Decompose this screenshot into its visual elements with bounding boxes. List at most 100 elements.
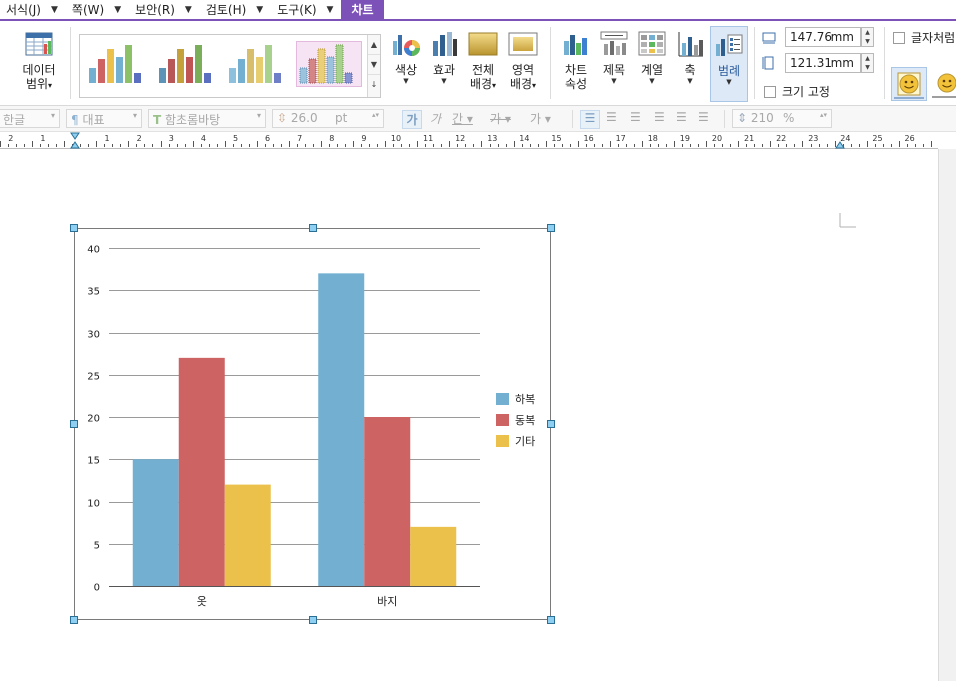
tab-chart[interactable]: 차트 — [341, 0, 384, 19]
chart-style-gallery: ▲ ▼ ↓ — [79, 34, 381, 98]
effect-label: 효과 — [432, 63, 456, 77]
strikethrough-button[interactable]: 가 ▾ — [490, 110, 511, 128]
align-left-button[interactable]: ☰ — [606, 110, 617, 128]
data-range-label-2: 범위 — [25, 77, 49, 91]
chart-object[interactable]: 0 5 10 15 20 25 30 35 40 옷 바지 하복동복기타 — [74, 228, 551, 620]
legend-button[interactable]: 범례 ▼ — [710, 26, 748, 102]
color-dropdown-icon[interactable]: ▼ — [388, 77, 424, 85]
effect-dropdown-icon[interactable]: ▼ — [426, 77, 462, 85]
menu-security[interactable]: 보안(R) — [129, 0, 181, 19]
resize-handle-top[interactable] — [309, 224, 317, 232]
ruler-label: 18 — [648, 134, 658, 143]
wrap-square-button[interactable] — [930, 67, 956, 101]
width-spinner[interactable]: ▲ ▼ — [861, 27, 874, 47]
resize-handle-bottom-left[interactable] — [70, 616, 78, 624]
color-button[interactable]: 색상 ▼ — [388, 29, 424, 85]
chart-style-3[interactable] — [226, 41, 292, 87]
chart-properties-icon — [564, 35, 587, 55]
legend-icon — [716, 34, 743, 56]
menu-format[interactable]: 서식(J) — [0, 0, 47, 19]
menu-page-dropdown-icon[interactable]: ▼ — [110, 0, 129, 19]
gallery-scroll[interactable]: ▲ ▼ ↓ — [367, 35, 380, 97]
wrap-inline-button[interactable] — [891, 67, 927, 101]
legend-item[interactable]: 기타 — [496, 433, 535, 449]
treat-as-char-checkbox[interactable]: 글자처럼 — [893, 29, 955, 46]
menu-security-dropdown-icon[interactable]: ▼ — [181, 0, 200, 19]
effect-button[interactable]: 효과 ▼ — [426, 29, 462, 85]
axis-button[interactable]: 축 ▼ — [673, 29, 707, 85]
line-spacing-input[interactable]: ⇕ 210 % ▴▾ — [732, 109, 832, 128]
ruler-label: 7 — [297, 134, 302, 143]
y-tick-label: 10 — [87, 499, 100, 510]
fixed-size-checkbox-box[interactable] — [764, 86, 776, 98]
bar-chart-style-icon — [159, 45, 211, 83]
width-input[interactable]: 147.76 mm ▲ ▼ — [785, 27, 874, 47]
align-divide-button[interactable]: ☰ — [698, 110, 709, 128]
fixed-size-checkbox[interactable]: 크기 고정 — [764, 83, 830, 100]
color-palette-icon — [393, 35, 420, 56]
align-center-button[interactable]: ☰ — [630, 110, 641, 128]
font-select[interactable]: T 함초롬바탕 ▾ — [148, 109, 266, 128]
italic-button[interactable]: 가 — [430, 110, 441, 128]
bold-button[interactable]: 가 — [402, 110, 422, 129]
treat-as-char-label: 글자처럼 — [911, 31, 956, 45]
font-size-input[interactable]: ⇳ 26.0 pt ▴▾ — [272, 109, 384, 128]
ruler-label: 6 — [265, 134, 270, 143]
bar-chart: 0 5 10 15 20 25 30 35 40 옷 바지 — [87, 245, 480, 608]
resize-handle-left[interactable] — [70, 420, 78, 428]
chart-style-4[interactable] — [296, 41, 362, 87]
ruler-label: 2 — [8, 134, 13, 143]
align-justify-button[interactable]: ☰ — [580, 110, 600, 129]
height-spinner[interactable]: ▲ ▼ — [861, 53, 874, 73]
menu-review[interactable]: 검토(H) — [200, 0, 252, 19]
legend-label: 하복 — [515, 393, 536, 406]
chart-title-dropdown-icon[interactable]: ▼ — [597, 77, 631, 85]
ruler-label: 1 — [105, 134, 110, 143]
legend-item[interactable]: 하복 — [496, 391, 535, 407]
series-dropdown-icon[interactable]: ▼ — [634, 77, 670, 85]
gallery-scroll-up-icon[interactable]: ▲ — [368, 35, 380, 55]
underline-button[interactable]: 간 ▾ — [452, 110, 473, 128]
resize-handle-top-right[interactable] — [547, 224, 555, 232]
chart-properties-label-2: 속성 — [564, 77, 588, 91]
menu-review-dropdown-icon[interactable]: ▼ — [252, 0, 271, 19]
treat-as-char-checkbox-box[interactable] — [893, 32, 905, 44]
gallery-scroll-down-icon[interactable]: ▼ — [368, 55, 380, 75]
chart-style-1[interactable] — [86, 41, 152, 87]
resize-handle-bottom-right[interactable] — [547, 616, 555, 624]
area-background-button[interactable]: 영역 배경▾ — [504, 29, 542, 93]
vertical-scrollbar[interactable] — [938, 149, 956, 681]
axis-dropdown-icon[interactable]: ▼ — [673, 77, 707, 85]
language-select[interactable]: 한글 ▾ — [0, 109, 60, 128]
align-right-button[interactable]: ☰ — [654, 110, 665, 128]
legend-dropdown-icon[interactable]: ▼ — [711, 78, 747, 86]
gallery-expand-icon[interactable]: ↓ — [368, 75, 380, 95]
chart-title-button[interactable]: 제목 ▼ — [597, 29, 631, 85]
menu-tools-dropdown-icon[interactable]: ▼ — [323, 0, 342, 19]
menu-tools[interactable]: 도구(K) — [271, 0, 322, 19]
resize-handle-top-left[interactable] — [70, 224, 78, 232]
height-input[interactable]: 121.31 mm ▲ ▼ — [785, 53, 874, 73]
align-distribute-button[interactable]: ☰ — [676, 110, 687, 128]
font-size-value: 26.0 — [290, 111, 318, 125]
resize-handle-bottom[interactable] — [309, 616, 317, 624]
background-fill-icon — [468, 32, 498, 56]
width-icon — [762, 32, 776, 44]
series-label: 계열 — [640, 63, 664, 77]
legend-item[interactable]: 동복 — [496, 412, 535, 428]
chart-properties-button[interactable]: 차트 속성 — [558, 29, 594, 91]
bar — [132, 459, 179, 586]
chart-background-button[interactable]: 전체 배경▾ — [464, 29, 502, 93]
height-unit: mm — [830, 56, 854, 70]
smiley-wrap-icon — [894, 72, 924, 99]
menu-page[interactable]: 쪽(W) — [66, 0, 110, 19]
style-select[interactable]: ¶ 대표 ▾ — [66, 109, 142, 128]
horizontal-ruler[interactable]: 2 1 1 2 3 4 5 6 7 8 9 10 11 12 13 14 15 16 17 18 19 20 21 22 23 2… — [0, 132, 938, 149]
data-range-button[interactable]: 데이터 범위▾ — [18, 29, 60, 93]
menu-format-dropdown-icon[interactable]: ▼ — [47, 0, 66, 19]
ruler-label: 14 — [519, 134, 529, 143]
chart-style-2[interactable] — [156, 41, 222, 87]
series-button[interactable]: 계열 ▼ — [634, 29, 670, 85]
resize-handle-right[interactable] — [547, 420, 555, 428]
font-color-button[interactable]: 가 ▾ — [530, 110, 551, 128]
